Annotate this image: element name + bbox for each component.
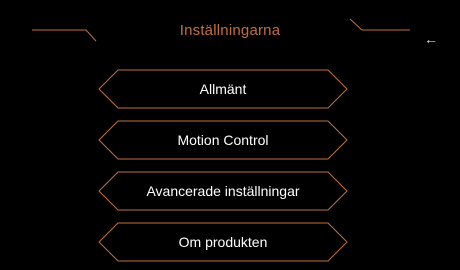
menu-item-motion-control[interactable]: Motion Control [98,120,348,160]
menu-item-advanced-settings[interactable]: Avancerade inställningar [98,171,348,211]
menu-item-label: Om produkten [178,234,268,250]
menu-item-label: Motion Control [177,132,269,148]
menu-item-about-product[interactable]: Om produkten [98,222,348,262]
menu-item-label: Avancerade inställningar [146,183,300,199]
menu-item-label: Allmänt [199,81,247,97]
back-arrow-icon: ← [424,31,438,47]
back-button[interactable]: ← [420,29,442,49]
page-title: Inställningarna [179,22,281,39]
menu-item-general[interactable]: Allmänt [98,69,348,109]
